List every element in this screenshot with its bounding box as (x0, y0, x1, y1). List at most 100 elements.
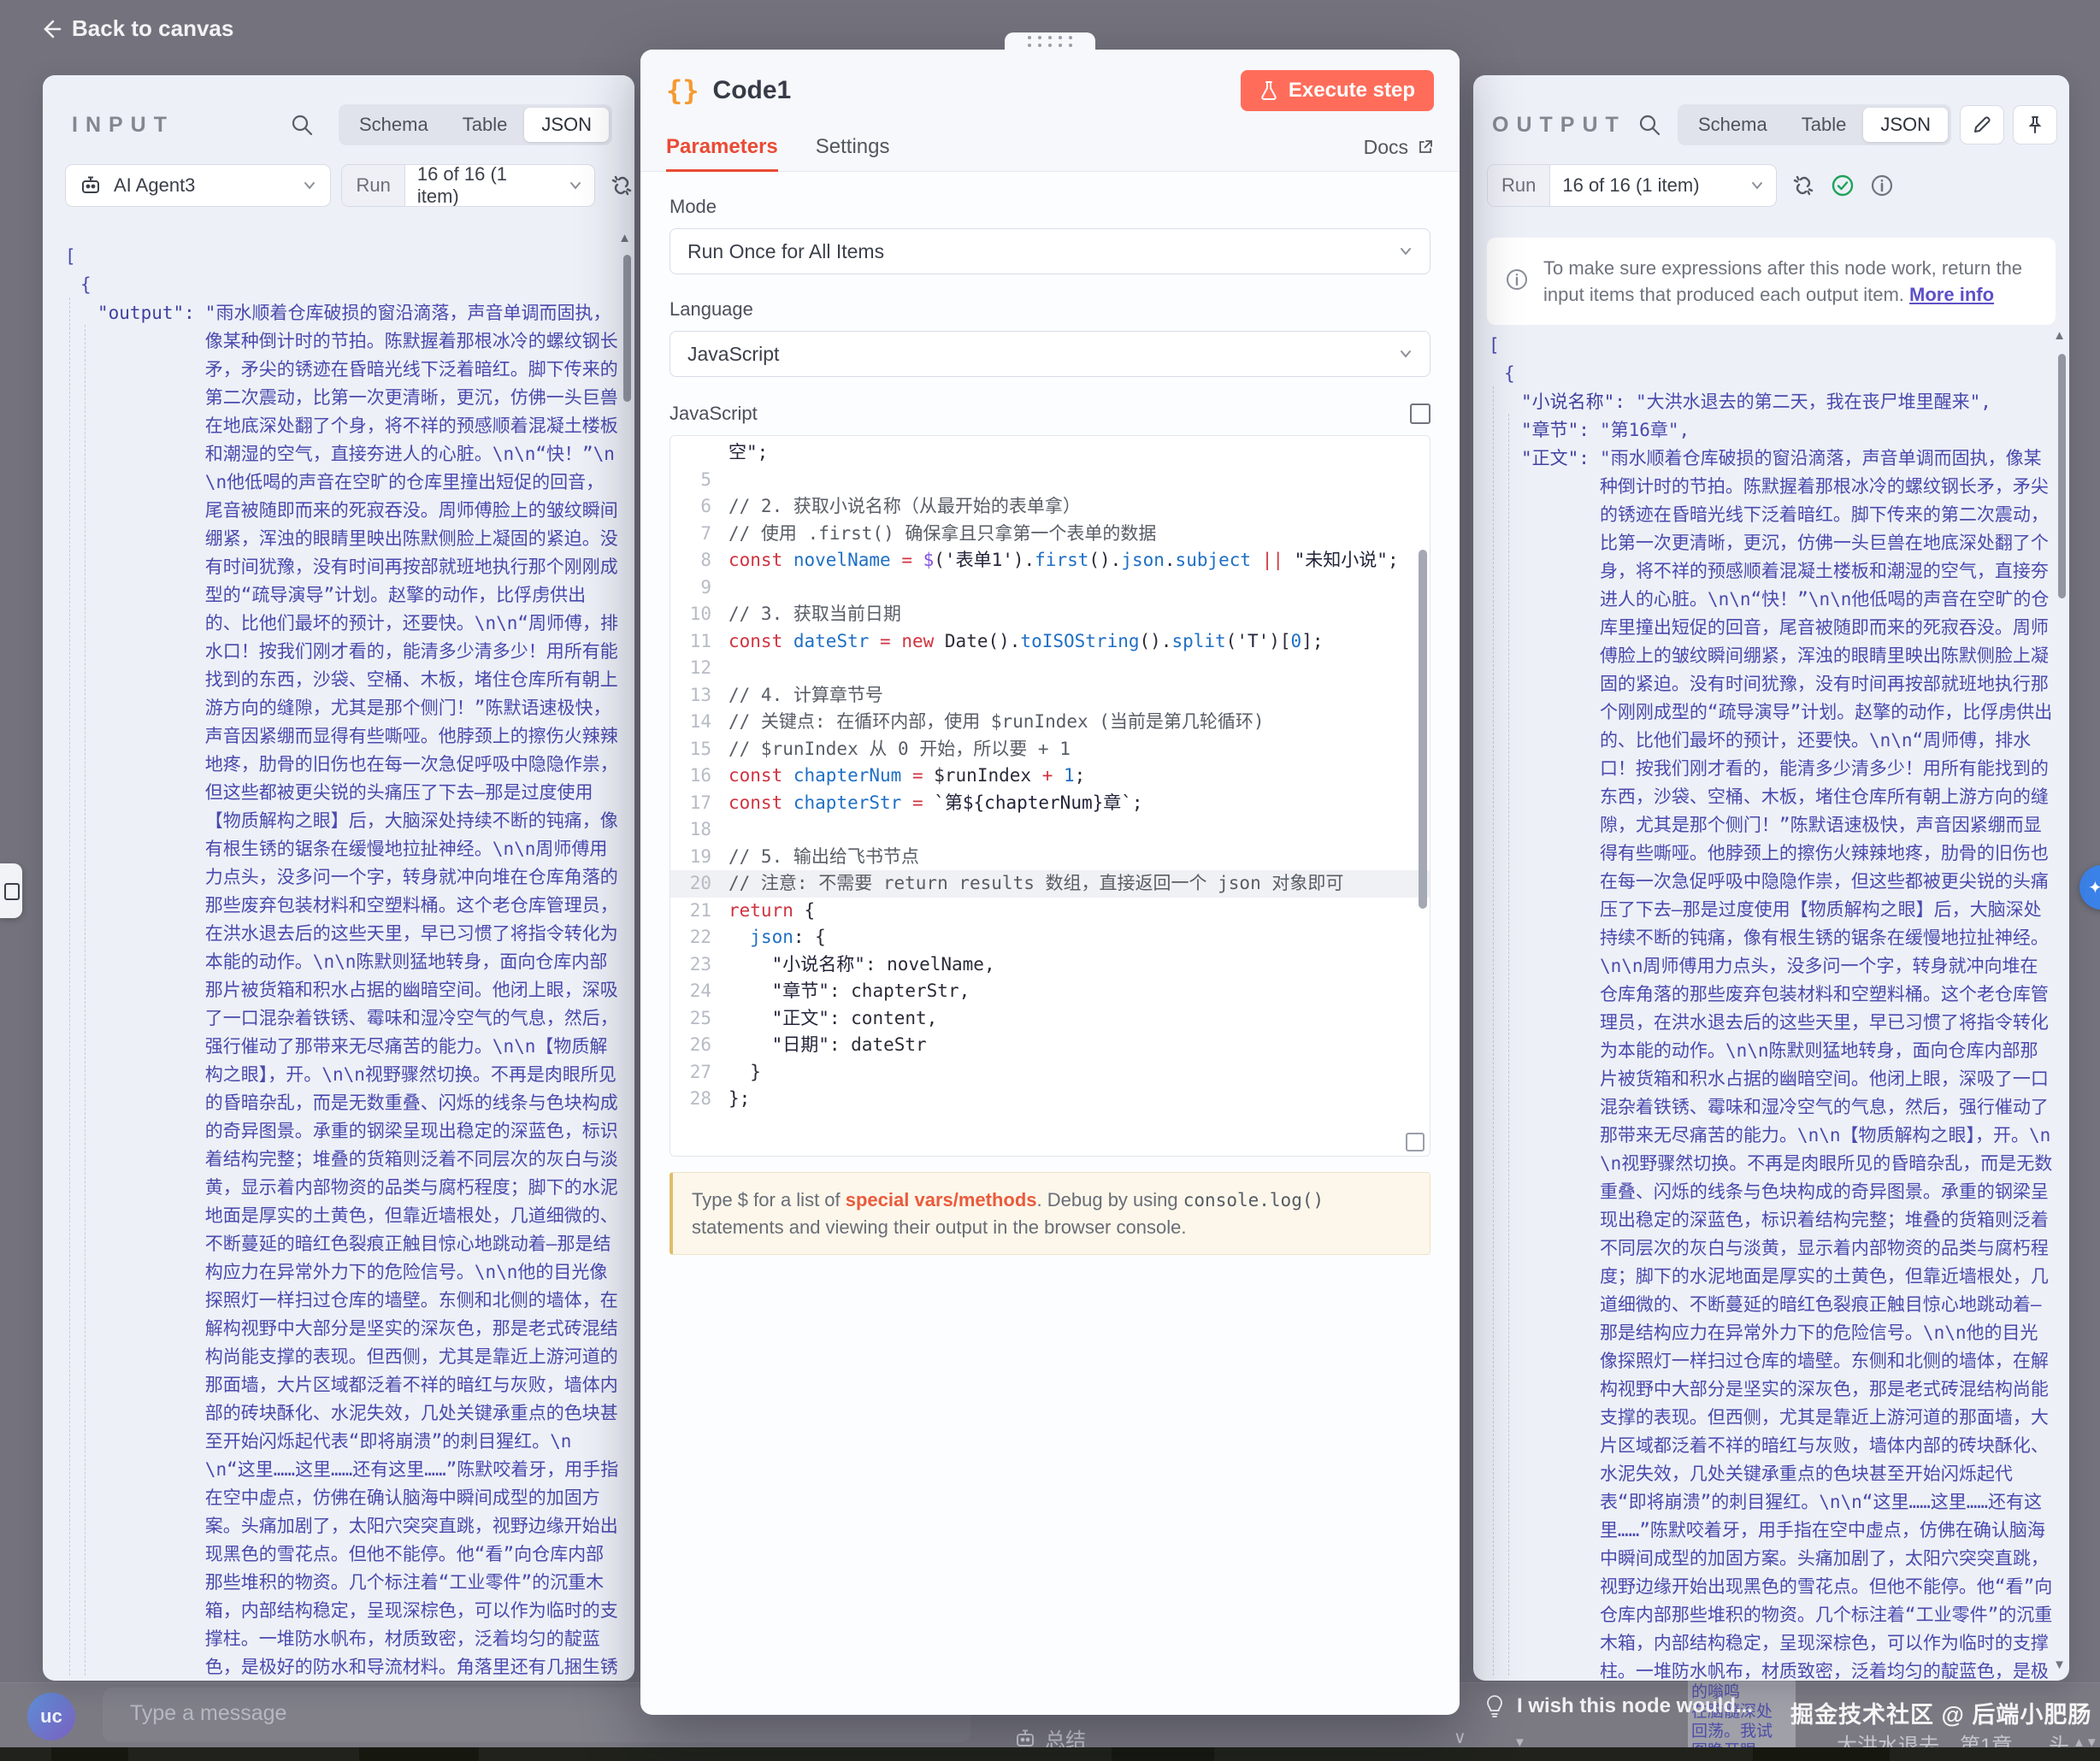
code-line[interactable]: 15// $runIndex 从 0 开始，所以要 + 1 (670, 736, 1430, 763)
pin-icon (2025, 115, 2045, 135)
tab-json[interactable]: JSON (1863, 108, 1948, 142)
more-info-link[interactable]: More info (1909, 284, 1994, 305)
code-line[interactable]: 19// 5. 输出给飞书节点 (670, 844, 1430, 871)
execute-step-button[interactable]: Execute step (1241, 70, 1434, 111)
code-line[interactable]: 24 "章节": chapterStr, (670, 978, 1430, 1005)
code-editor[interactable]: 空";56// 2. 获取小说名称（从最开始的表单拿）7// 使用 .first… (670, 435, 1430, 1157)
json-value: "雨水顺着仓库破损的窗沿滴落，声音单调而固执，像某种倒计时的节拍。陈默握着那根冰… (205, 299, 619, 1681)
code-line[interactable]: 7// 使用 .first() 确保拿且只拿第一个表单的数据 (670, 521, 1430, 548)
code-line[interactable]: 27 } (670, 1059, 1430, 1087)
language-select[interactable]: JavaScript (670, 331, 1430, 377)
back-label: Back to canvas (72, 15, 233, 42)
tab-settings[interactable]: Settings (816, 123, 890, 171)
scroll-down-icon[interactable]: ▼ (2053, 1658, 2066, 1672)
code-line[interactable]: 28}; (670, 1086, 1430, 1113)
json-kv-output: "output": "雨水顺着仓库破损的窗沿滴落，声音单调而固执，像某种倒计时的… (63, 299, 619, 1681)
message-placeholder[interactable]: Type a message (130, 1701, 286, 1726)
input-json-view[interactable]: [ { "output": "雨水顺着仓库破损的窗沿滴落，声音单调而固执，像某种… (63, 243, 619, 1681)
line-number: 20 (670, 870, 729, 898)
modal-drag-handle[interactable] (1005, 32, 1095, 50)
line-number: 23 (670, 951, 729, 979)
code-line[interactable]: 25 "正文": content, (670, 1005, 1430, 1033)
search-icon[interactable] (291, 114, 313, 136)
info-icon[interactable] (1869, 173, 1895, 198)
tab-json[interactable]: JSON (524, 108, 609, 142)
chevron-down-icon (1399, 347, 1413, 361)
search-icon[interactable] (1638, 114, 1661, 136)
line-number: 5 (670, 467, 729, 494)
code-line[interactable]: 17const chapterStr = `第${chapterNum}章`; (670, 790, 1430, 817)
mode-label: Mode (670, 196, 1430, 218)
code-line[interactable]: 23 "小说名称": novelName, (670, 951, 1430, 979)
success-check-icon (1830, 173, 1855, 198)
edit-output-button[interactable] (1960, 105, 2004, 144)
output-view-switcher: Schema Table JSON (1678, 104, 1951, 145)
code-line[interactable]: 8const novelName = $('表单1').first().json… (670, 547, 1430, 574)
output-scrollbar[interactable] (2058, 354, 2066, 598)
code-line[interactable]: 6// 2. 获取小说名称（从最开始的表单拿） (670, 493, 1430, 521)
code-line[interactable]: 12 (670, 655, 1430, 682)
input-scrollbar[interactable] (623, 255, 631, 402)
tab-parameters[interactable]: Parameters (666, 123, 778, 171)
node-title[interactable]: Code1 (713, 76, 792, 105)
node-feedback-link[interactable]: I wish this node would... (1484, 1694, 1753, 1718)
pencil-icon (1972, 115, 1992, 135)
external-link-icon (1417, 138, 1434, 156)
output-json-view[interactable]: [ { "小说名称": "大洪水退去的第二天，我在丧尸堆里醒来", "章节": … (1487, 332, 2054, 1681)
expand-editor-icon[interactable] (1410, 403, 1430, 424)
json-kv-chapter: "章节": "第16章", (1487, 416, 2054, 445)
json-brace: { (63, 271, 619, 299)
line-number: 22 (670, 924, 729, 951)
robot-icon (80, 174, 102, 197)
code-line[interactable]: 11const dateStr = new Date().toISOString… (670, 628, 1430, 656)
tab-table[interactable]: Table (1784, 108, 1864, 142)
code-line[interactable]: 9 (670, 574, 1430, 602)
docs-link[interactable]: Docs (1364, 136, 1434, 159)
code-line[interactable]: 20// 注意: 不需要 return results 数组，直接返回一个 js… (670, 870, 1430, 898)
indent-guide (85, 325, 86, 1676)
special-vars-link[interactable]: special vars/methods (846, 1189, 1037, 1210)
tab-schema[interactable]: Schema (342, 108, 445, 142)
code-line[interactable]: 空"; (670, 439, 1430, 467)
output-panel: OUTPUT Schema Table JSON Run 16 of 16 (1… (1473, 75, 2069, 1681)
code-line[interactable]: 22 json: { (670, 924, 1430, 951)
tab-table[interactable]: Table (445, 108, 525, 142)
tab-schema[interactable]: Schema (1681, 108, 1784, 142)
chevron-down-icon (303, 179, 316, 192)
code-line[interactable]: 21return { (670, 898, 1430, 925)
code-line[interactable]: 14// 关键点: 在循环内部，使用 $runIndex (当前是第几轮循环) (670, 709, 1430, 736)
scroll-up-icon[interactable]: ▲ (618, 231, 631, 245)
mode-select[interactable]: Run Once for All Items (670, 228, 1430, 274)
line-number: 10 (670, 601, 729, 628)
language-label: Language (670, 298, 1430, 321)
unlink-icon[interactable] (1790, 173, 1816, 198)
json-kv-novel-name: "小说名称": "大洪水退去的第二天，我在丧尸堆里醒来", (1487, 388, 2054, 416)
code-line[interactable]: 10// 3. 获取当前日期 (670, 601, 1430, 628)
input-source-select[interactable]: AI Agent3 (65, 164, 331, 207)
avatar: uc (27, 1693, 75, 1740)
code-line[interactable]: 18 (670, 816, 1430, 844)
json-key: "output": (97, 299, 195, 327)
side-drawer-handle[interactable] (0, 863, 22, 918)
unlink-icon[interactable] (609, 173, 634, 198)
pin-data-button[interactable] (2013, 105, 2057, 144)
code-line[interactable]: 16const chapterNum = $runIndex + 1; (670, 763, 1430, 790)
line-number: 8 (670, 547, 729, 574)
line-number: 24 (670, 978, 729, 1005)
code-line[interactable]: 26 "日期": dateStr (670, 1032, 1430, 1059)
line-number: 17 (670, 790, 729, 817)
line-number (670, 439, 729, 467)
code-line[interactable]: 13// 4. 计算章节号 (670, 682, 1430, 710)
editor-scrollbar[interactable] (1419, 550, 1427, 909)
back-to-canvas-button[interactable]: Back to canvas (39, 15, 233, 42)
chat-icon: ✦ (2088, 877, 2100, 898)
input-run-selector[interactable]: Run 16 of 16 (1 item) (341, 164, 595, 207)
chat-widget-button[interactable]: ✦ (2079, 865, 2100, 910)
output-run-selector[interactable]: Run 16 of 16 (1 item) (1487, 164, 1777, 207)
line-number: 21 (670, 898, 729, 925)
code-line[interactable]: 5 (670, 467, 1430, 494)
resize-handle-icon[interactable] (1406, 1133, 1425, 1151)
scroll-up-icon[interactable]: ▲ (2053, 328, 2066, 343)
line-number: 16 (670, 763, 729, 790)
code-node-icon: {} (666, 74, 699, 107)
